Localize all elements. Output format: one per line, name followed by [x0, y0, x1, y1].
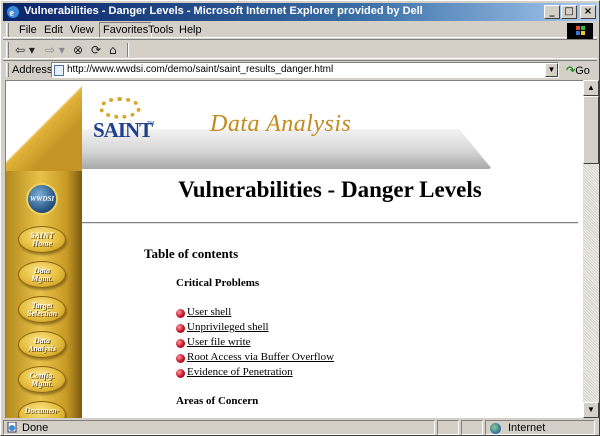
status-pane-empty [437, 420, 459, 435]
menu-bar: File Edit View Favorites Tools Help [3, 22, 597, 39]
windows-logo-icon [567, 23, 593, 39]
status-bar: Done Internet [3, 419, 597, 435]
svg-text:e: e [10, 8, 15, 19]
critical-problems-heading: Critical Problems [176, 277, 260, 289]
saint-logo: SAINT TM [91, 95, 155, 151]
zone-text: Internet [508, 422, 546, 434]
toolbar-grip[interactable] [6, 42, 9, 58]
minimize-button[interactable]: _ [544, 5, 560, 19]
nav-saint-home[interactable]: SAINT Home [18, 226, 66, 253]
back-button[interactable]: ⇦ ▾ [15, 42, 35, 58]
red-bullet-icon [176, 354, 185, 363]
menu-file[interactable]: File [19, 24, 37, 36]
menu-tools[interactable]: Tools [148, 24, 174, 36]
refresh-button[interactable]: ⟳ [91, 42, 101, 58]
go-button[interactable]: ↷Go [566, 64, 590, 77]
side-navigation: WWDSI SAINT Home Data Mgmt. Target Selec… [6, 81, 82, 418]
nav-fold-decoration [6, 81, 82, 171]
scroll-down-button[interactable]: ▼ [583, 402, 599, 418]
address-url[interactable]: http://www.wwdsi.com/demo/saint/saint_re… [67, 64, 333, 75]
go-arrow-icon: ↷ [566, 65, 576, 77]
browser-window: e Vulnerabilities - Danger Levels - Micr… [0, 0, 600, 436]
saint-trademark: TM [147, 121, 155, 127]
status-text: Done [22, 422, 49, 434]
menu-grip[interactable] [6, 23, 9, 37]
standard-toolbar: ⇦ ▾ ⇨ ▾ ⊗ ⟳ ⌂ [3, 39, 597, 59]
link-root-access-buffer-overflow[interactable]: Root Access via Buffer Overflow [187, 351, 334, 363]
nav-config-mgmt[interactable]: Config. Mgmt. [18, 366, 66, 393]
nav-label: Data Analysis [27, 336, 56, 353]
toc-heading: Table of contents [144, 246, 239, 261]
menu-favorites[interactable]: Favorites [99, 22, 153, 38]
vertical-scrollbar[interactable]: ▲ ▼ [583, 80, 599, 418]
forward-button[interactable]: ⇨ ▾ [45, 42, 65, 58]
ie-icon: e [7, 6, 19, 19]
menu-help[interactable]: Help [179, 24, 202, 36]
nav-data-analysis[interactable]: Data Analysis [18, 331, 66, 358]
areas-of-concern-heading: Areas of Concern [176, 395, 259, 407]
window-title: Vulnerabilities - Danger Levels - Micros… [24, 5, 423, 17]
address-label: Address [12, 64, 53, 76]
nav-label: SAINT Home [30, 231, 54, 248]
scroll-thumb[interactable] [583, 96, 599, 164]
red-bullet-icon [176, 309, 185, 318]
red-bullet-icon [176, 369, 185, 378]
title-bar: e Vulnerabilities - Danger Levels - Micr… [3, 3, 597, 21]
address-grip[interactable] [6, 63, 9, 77]
scroll-up-button[interactable]: ▲ [583, 80, 599, 96]
horizontal-rule [82, 222, 578, 224]
saint-halo-icon [99, 97, 141, 119]
menu-edit[interactable]: Edit [44, 24, 63, 36]
status-main-pane: Done [3, 420, 435, 435]
address-dropdown-button[interactable]: ▼ [545, 63, 558, 77]
nav-label: Data Mgmt. [31, 266, 53, 283]
menu-view[interactable]: View [70, 24, 94, 36]
saint-logo-text: SAINT [93, 118, 153, 142]
nav-data-mgmt[interactable]: Data Mgmt. [18, 261, 66, 288]
address-bar: Address http://www.wwdsi.com/demo/saint/… [3, 60, 597, 78]
link-user-shell[interactable]: User shell [187, 306, 231, 318]
page-icon [54, 65, 64, 76]
page-done-icon [7, 422, 17, 433]
wwdsi-label: WWDSI [29, 195, 55, 203]
page-viewport: WWDSI SAINT Home Data Mgmt. Target Selec… [5, 80, 583, 418]
nav-label: Documen- [24, 406, 60, 415]
red-bullet-icon [176, 324, 185, 333]
status-pane-empty [461, 420, 483, 435]
nav-target-selection[interactable]: Target Selection [18, 296, 66, 323]
nav-label: Target Selection [26, 301, 58, 318]
section-banner: Data Analysis [210, 111, 352, 137]
link-unprivileged-shell[interactable]: Unprivileged shell [187, 321, 269, 333]
go-label: Go [575, 65, 590, 77]
stop-button[interactable]: ⊗ [73, 42, 83, 58]
home-button[interactable]: ⌂ [109, 42, 117, 58]
link-user-file-write[interactable]: User file write [187, 336, 251, 348]
address-input[interactable]: http://www.wwdsi.com/demo/saint/saint_re… [51, 62, 559, 78]
red-bullet-icon [176, 339, 185, 348]
nav-label: Config. Mgmt. [29, 371, 55, 388]
internet-zone-icon [490, 423, 501, 434]
nav-documentation[interactable]: Documen- [18, 401, 66, 418]
link-evidence-of-penetration[interactable]: Evidence of Penetration [187, 366, 293, 378]
maximize-button[interactable]: □ [561, 5, 577, 19]
close-button[interactable]: × [580, 5, 596, 19]
status-zone-pane: Internet [485, 420, 595, 435]
wwdsi-globe-logo[interactable]: WWDSI [26, 183, 58, 215]
toolbar-separator [127, 43, 129, 57]
page-title: Vulnerabilities - Danger Levels [178, 177, 482, 202]
